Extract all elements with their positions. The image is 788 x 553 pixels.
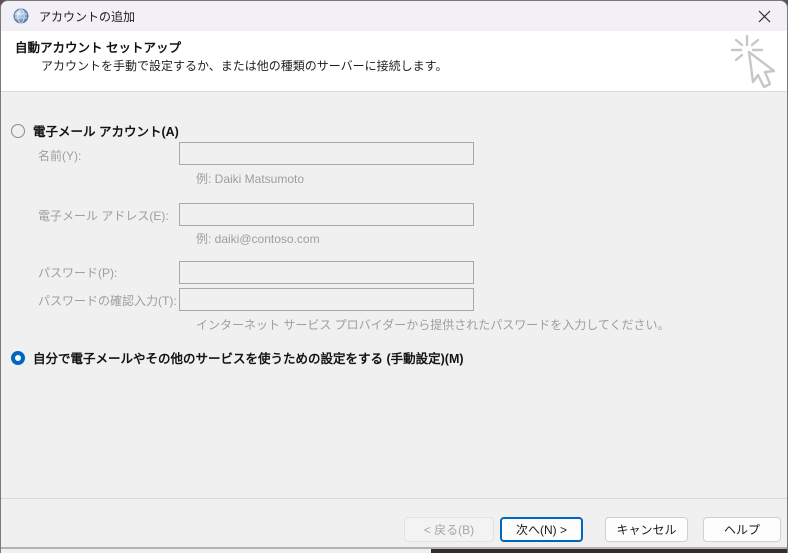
password-hint-text: インターネット サービス プロバイダーから提供されたパスワードを入力してください… (196, 318, 670, 332)
email-account-radio-label: 電子メール アカウント(A) (33, 125, 179, 139)
close-button[interactable] (741, 1, 787, 31)
password-input[interactable] (179, 261, 474, 284)
cursor-starburst-icon (730, 34, 776, 89)
wizard-step-title: 自動アカウント セットアップ (15, 41, 181, 55)
email-account-radio[interactable] (11, 123, 25, 138)
email-example-text: 例: daiki@contoso.com (196, 232, 320, 246)
manual-setup-radio-label: 自分で電子メールやその他のサービスを使うための設定をする (手動設定)(M) (33, 352, 464, 366)
footer-divider (1, 498, 787, 499)
confirm-password-input[interactable] (179, 288, 474, 311)
next-button[interactable]: 次へ(N) > (500, 517, 583, 542)
add-account-dialog: アカウントの追加 自動アカウント セットアップ アカウントを手動で設定するか、ま… (0, 0, 788, 553)
wizard-body: 電子メール アカウント(A) 名前(Y): 例: Daiki Matsumoto… (1, 92, 787, 553)
window-title: アカウントの追加 (39, 9, 136, 24)
name-input[interactable] (179, 142, 474, 165)
cancel-button[interactable]: キャンセル (605, 517, 688, 542)
wizard-step-subtitle: アカウントを手動で設定するか、または他の種類のサーバーに接続します。 (41, 59, 448, 73)
help-button[interactable]: ヘルプ (703, 517, 781, 542)
background-window-strip (431, 549, 787, 553)
wizard-header: 自動アカウント セットアップ アカウントを手動で設定するか、または他の種類のサー… (1, 31, 787, 92)
email-field-label: 電子メール アドレス(E): (38, 209, 169, 223)
radio-row-manual-setup[interactable]: 自分で電子メールやその他のサービスを使うための設定をする (手動設定)(M) (11, 348, 464, 367)
confirm-password-field-label: パスワードの確認入力(T): (38, 294, 177, 308)
manual-setup-radio[interactable] (11, 350, 25, 365)
radio-row-email-account[interactable]: 電子メール アカウント(A) (11, 121, 179, 140)
title-bar: アカウントの追加 (1, 1, 787, 31)
close-icon (758, 10, 770, 22)
password-field-label: パスワード(P): (38, 266, 118, 280)
globe-account-icon (13, 8, 29, 24)
email-input[interactable] (179, 203, 474, 226)
name-example-text: 例: Daiki Matsumoto (196, 172, 305, 186)
back-button[interactable]: < 戻る(B) (404, 517, 494, 542)
name-field-label: 名前(Y): (38, 149, 82, 163)
